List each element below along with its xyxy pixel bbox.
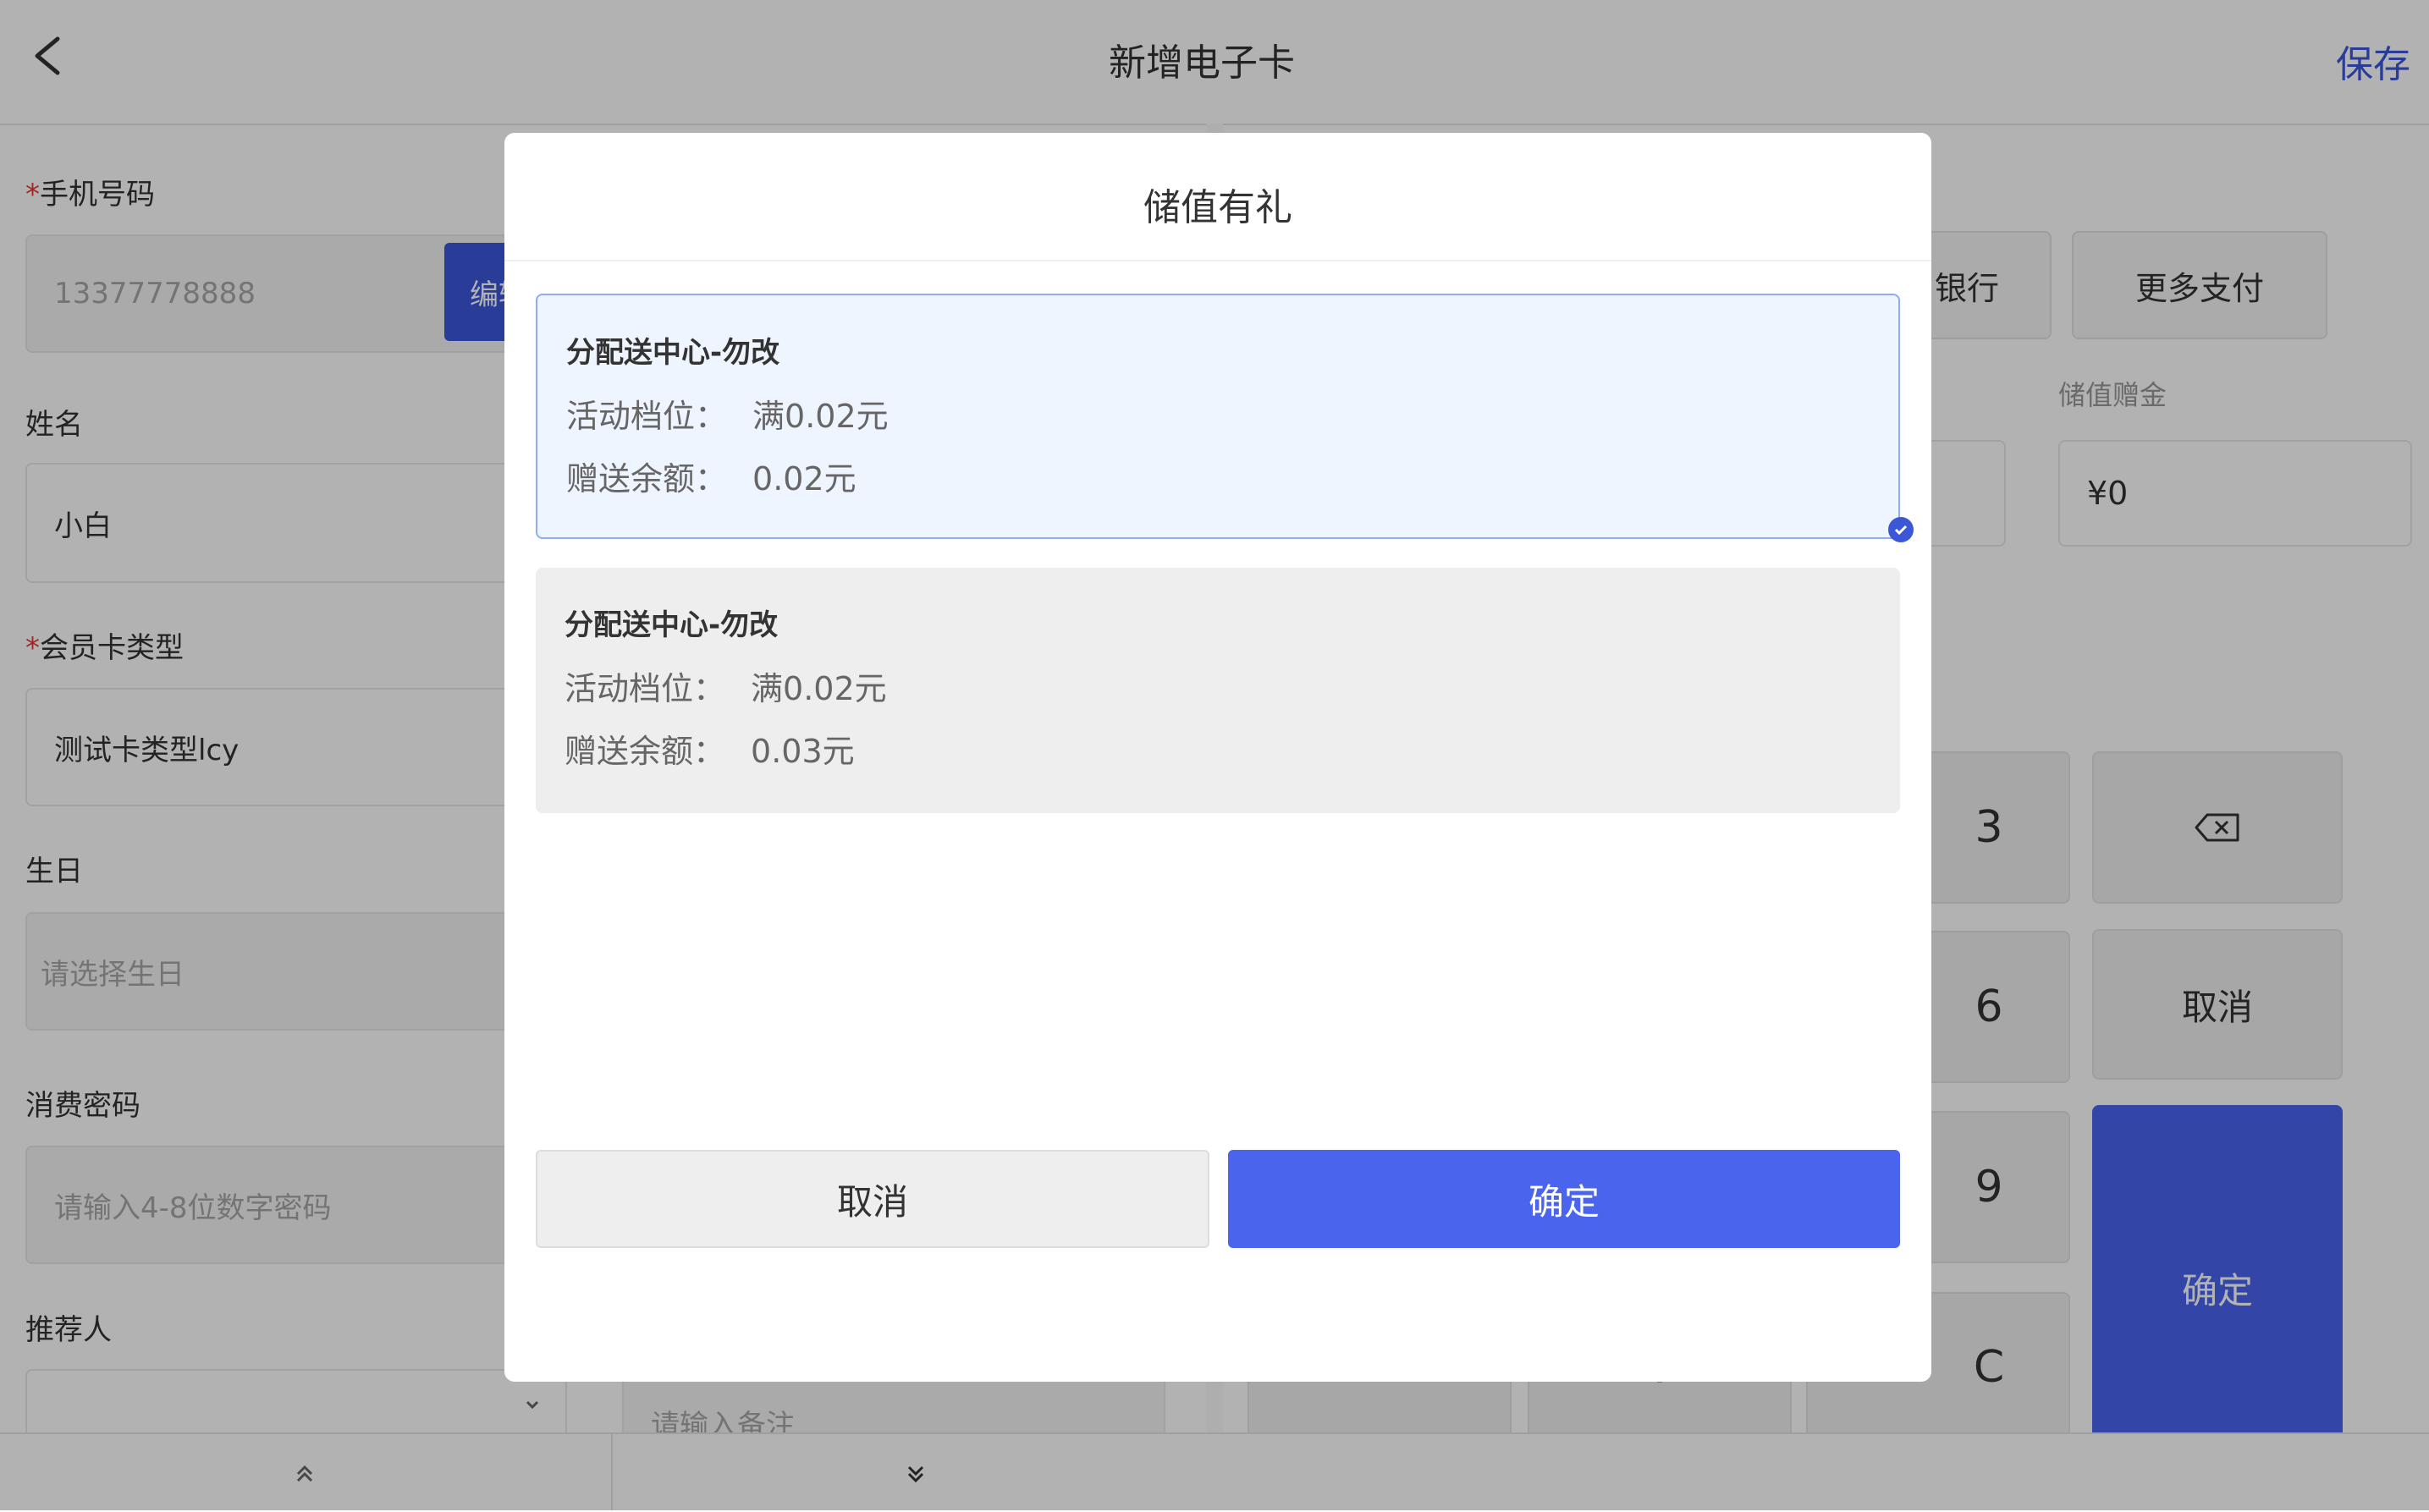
- promo-card-gift: 赠送余额： 0.03元: [565, 725, 855, 772]
- tier-value: 满0.02元: [751, 670, 887, 707]
- tier-value: 满0.02元: [752, 398, 889, 435]
- promo-card-tier: 活动档位： 满0.02元: [566, 390, 889, 437]
- promo-card-1[interactable]: 分配送中心-勿改 活动档位： 满0.02元 赠送余额： 0.02元: [536, 294, 1914, 542]
- selected-check-icon: [1888, 517, 1914, 542]
- promo-card-tier: 活动档位： 满0.02元: [565, 663, 887, 709]
- dialog-cancel-button[interactable]: 取消: [536, 1150, 1209, 1248]
- tier-label: 活动档位：: [566, 398, 728, 435]
- recharge-gift-dialog: 储值有礼 分配送中心-勿改 活动档位： 满0.02元 赠送余额： 0.02元 分配送…: [504, 133, 1931, 1382]
- gift-label: 赠送余额：: [565, 733, 726, 770]
- promo-card-name: 分配送中心-勿改: [566, 336, 780, 370]
- dialog-confirm-button[interactable]: 确定: [1228, 1150, 1900, 1248]
- gift-value: 0.03元: [751, 733, 855, 770]
- promo-card-gift: 赠送余额： 0.02元: [566, 453, 856, 499]
- promo-card-name: 分配送中心-勿改: [565, 608, 779, 642]
- promo-card-2[interactable]: 分配送中心-勿改 活动档位： 满0.02元 赠送余额： 0.03元: [536, 568, 1900, 813]
- dialog-divider: [504, 260, 1931, 261]
- dialog-title: 储值有礼: [1143, 186, 1292, 229]
- gift-value: 0.02元: [752, 460, 856, 498]
- gift-label: 赠送余额：: [566, 460, 728, 498]
- tier-label: 活动档位：: [565, 670, 726, 707]
